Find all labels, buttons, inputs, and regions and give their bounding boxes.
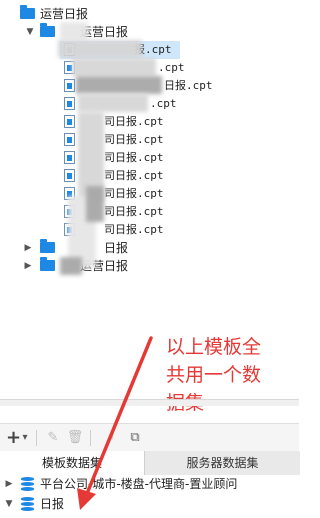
tree-folder-row[interactable]: 运营日报 [0,5,299,23]
dataset-toolbar: + ▾ ✎ 🗑 ⌕ ⧉ [0,423,299,452]
folder-icon [40,23,55,37]
file-label: 司日报.cpt [104,205,164,218]
tree-file-row[interactable]: 司日报.cpt [0,185,299,203]
file-label: 司日报.cpt [104,223,164,236]
file-label: 司日报.cpt [104,115,164,128]
report-file-icon [64,115,75,128]
annotation-line: 共用一个数 [166,364,262,386]
tree-file-row[interactable]: 司日报.cpt [0,203,299,221]
tree-file-row[interactable]: .cpt [0,95,299,113]
redaction-blur [58,40,142,58]
redaction-blur [60,257,82,275]
toolbar-divider [90,430,91,446]
file-label: 日报.cpt [164,79,213,92]
delete-icon[interactable]: 🗑 [66,428,84,448]
report-file-icon [64,133,75,146]
dataset-list: ▶ 平台公司-城市-楼盘-代理商-置业顾问 ▼ 日报 [0,475,299,518]
refresh-icon[interactable]: ⧉ [126,428,144,448]
dataset-tabs: 模板数据集 服务器数据集 [0,451,300,475]
chevron-right-icon[interactable]: ▶ [4,475,14,493]
report-file-icon [64,169,75,182]
tab-template-datasets[interactable]: 模板数据集 [0,451,144,475]
report-file-icon [64,97,75,110]
file-label: .cpt [158,61,185,74]
panel-splitter[interactable] [0,399,299,406]
redaction-blur [72,58,156,76]
report-file-icon [64,151,75,164]
redaction-blur [76,76,162,94]
tree-file-row[interactable]: 司日报.cpt [0,131,299,149]
folder-icon [20,5,35,19]
tree-file-row[interactable]: 司日报.cpt [0,149,299,167]
chevron-down-icon[interactable]: ▼ [25,23,35,41]
toolbar-divider [36,430,37,446]
file-label: 司日报.cpt [104,169,164,182]
add-dataset-button[interactable]: + [6,428,21,448]
edit-icon[interactable]: ✎ [44,428,62,448]
report-file-icon [64,79,75,92]
redaction-blur [86,186,104,222]
annotation-line: 以上模板全 [166,336,262,358]
chevron-right-icon[interactable]: ▶ [23,239,33,257]
tree-folder-row[interactable]: ▼ 运营日报 [0,23,299,41]
chevron-down-icon[interactable]: ▼ [4,495,14,513]
folder-icon [40,239,55,253]
preview-icon[interactable]: ⌕ [102,428,120,448]
folder-label: 日报 [104,241,129,255]
tree-file-row[interactable]: 司日报.cpt [0,113,299,131]
tree-folder-row[interactable]: ▶ 日报 [0,239,299,257]
redaction-blur [78,94,148,112]
folder-icon [40,257,55,271]
file-label: 司日报.cpt [104,151,164,164]
chevron-right-icon[interactable]: ▶ [23,257,33,275]
database-icon [21,497,34,511]
dataset-label: 日报 [40,497,65,511]
file-label: 司日报.cpt [104,187,164,200]
tree-folder-row[interactable]: ▶ 运营日报 [0,257,299,275]
file-label: 司日报.cpt [104,133,164,146]
tree-file-row[interactable]: 司日报.cpt [0,167,299,185]
dataset-row[interactable]: ▼ 日报 [0,495,299,513]
chevron-down-icon[interactable]: ▾ [20,428,30,448]
database-icon [21,477,34,491]
tree-file-row[interactable]: 司日报.cpt [0,221,299,239]
file-label: .cpt [150,97,177,110]
folder-label: 运营日报 [40,7,89,21]
dataset-label: 平台公司-城市-楼盘-代理商-置业顾问 [40,477,238,491]
dataset-row[interactable]: ▶ 平台公司-城市-楼盘-代理商-置业顾问 [0,475,299,493]
redaction-blur [60,22,88,40]
tab-server-datasets[interactable]: 服务器数据集 [144,451,300,475]
